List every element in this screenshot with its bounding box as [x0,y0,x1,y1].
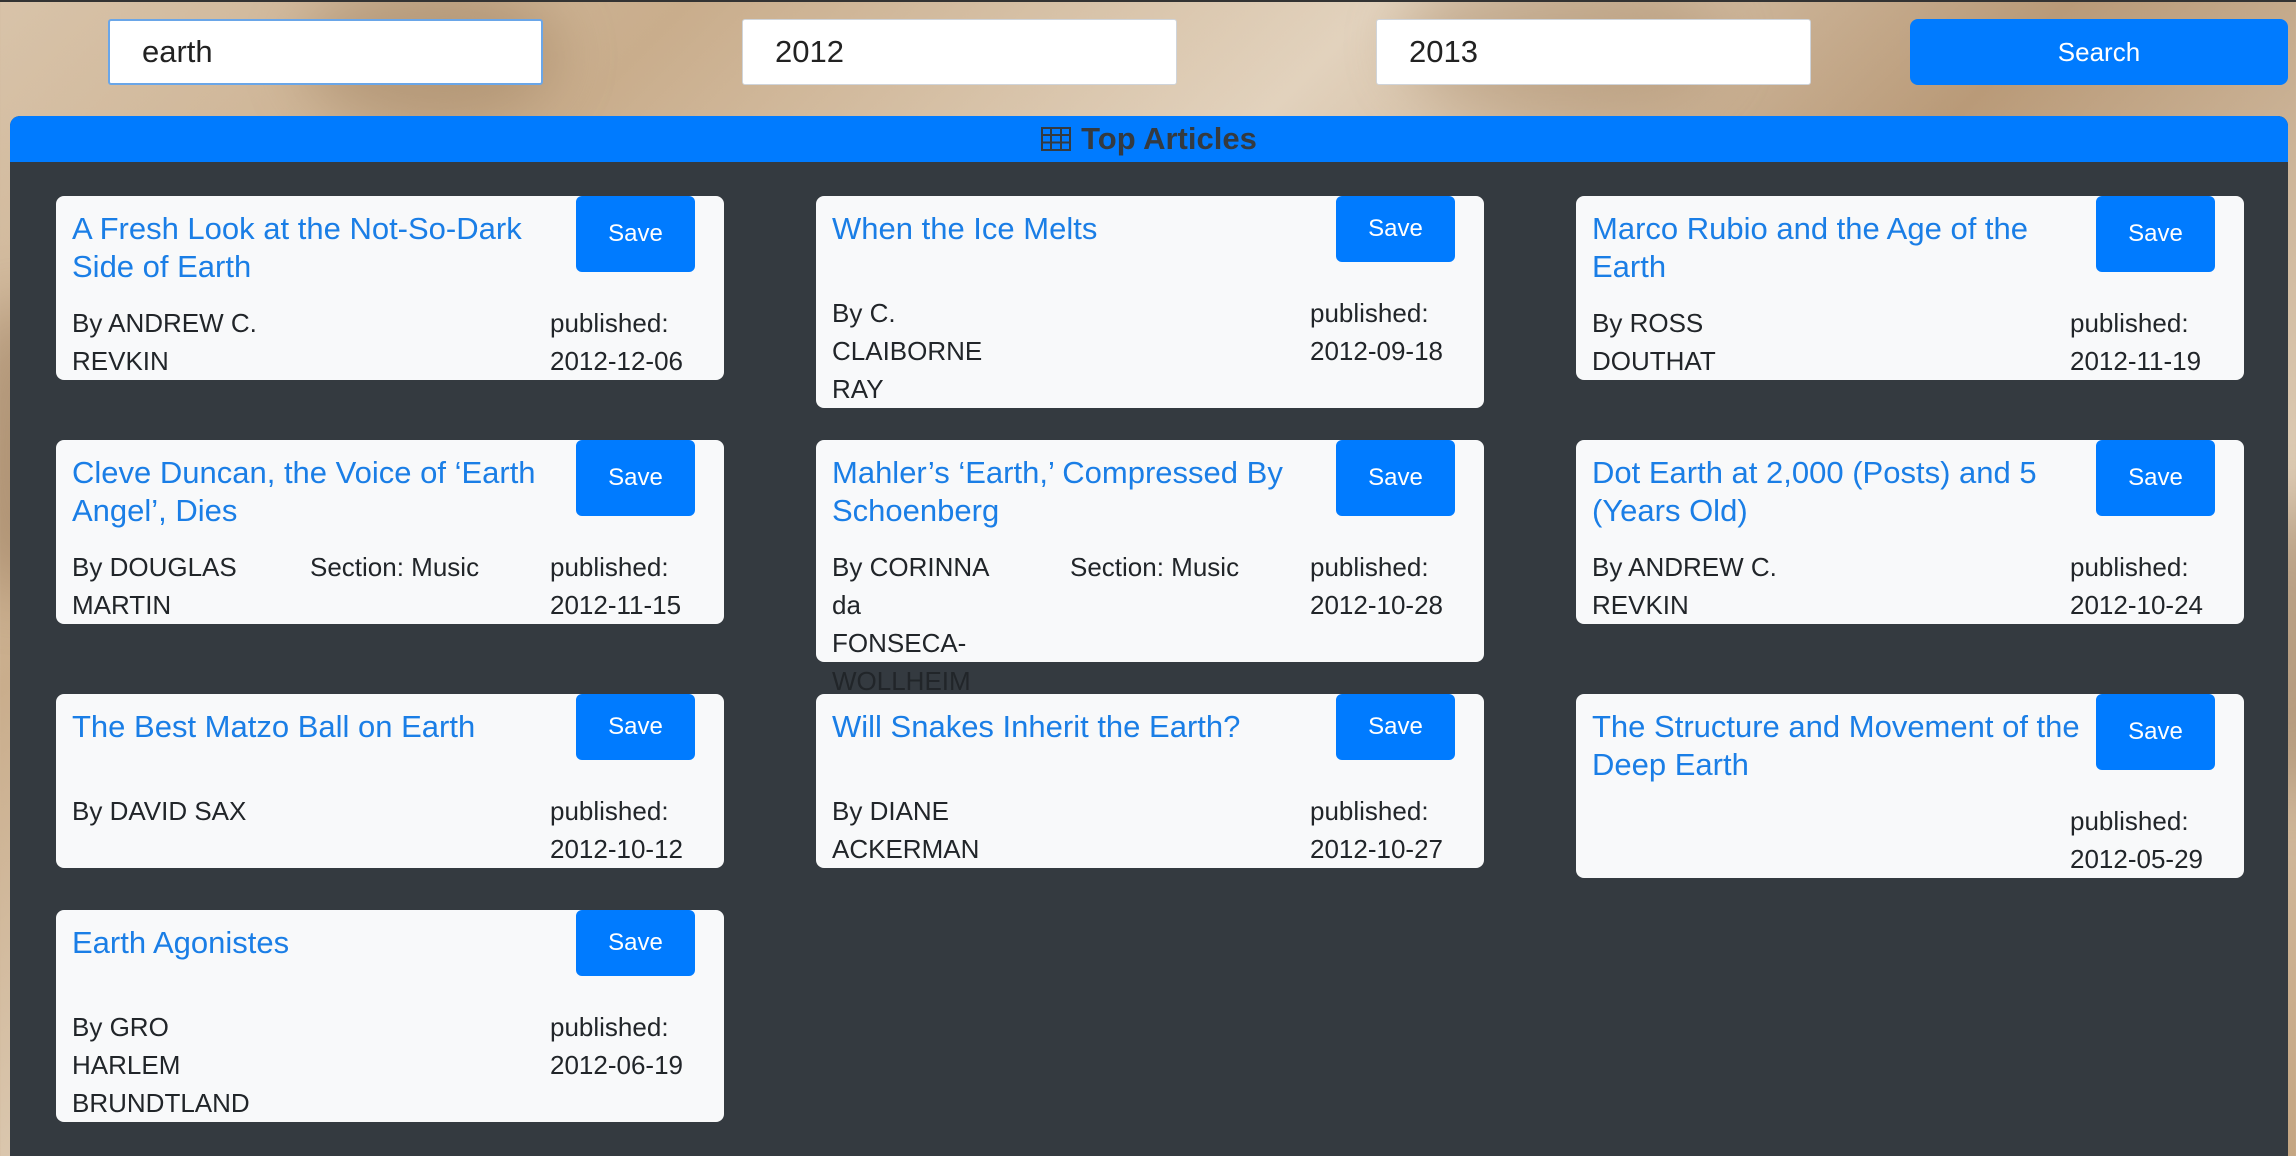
article-byline: By DIANE ACKERMAN [832,796,980,864]
published-date: 2012-09-18 [1310,336,1443,366]
article-section: Section: Music [310,552,480,582]
published-date: 2012-10-28 [1310,590,1443,620]
published-date: 2012-10-27 [1310,834,1443,864]
save-button[interactable]: Save [576,910,695,976]
article-title-link[interactable]: The Structure and Movement of the Deep E… [1592,708,2092,784]
top-articles-panel: Top Articles A Fresh Look at the Not-So-… [10,116,2288,1156]
save-button[interactable]: Save [1336,440,1455,516]
published-label: published: [1310,298,1429,328]
save-button[interactable]: Save [576,694,695,760]
published-date: 2012-10-12 [550,834,683,864]
article-title-link[interactable]: Mahler’s ‘Earth,’ Compressed By Schoenbe… [832,454,1332,530]
article-card: Mahler’s ‘Earth,’ Compressed By Schoenbe… [816,440,1484,696]
panel-header: Top Articles [10,116,2288,162]
article-card: The Structure and Movement of the Deep E… [1576,694,2244,878]
article-section: Section: Music [1070,552,1240,582]
published-date: 2012-11-15 [550,590,682,620]
article-byline: By GRO HARLEM BRUNDTLAND [72,1012,250,1118]
article-title-link[interactable]: Dot Earth at 2,000 (Posts) and 5 (Years … [1592,454,2092,530]
published-label: published: [550,552,669,582]
start-year-input[interactable] [742,19,1177,85]
save-button[interactable]: Save [1336,196,1455,262]
article-byline: By ROSS DOUTHAT [1592,308,1716,376]
save-button[interactable]: Save [2096,694,2215,770]
published-label: published: [2070,806,2189,836]
article-title-link[interactable]: Marco Rubio and the Age of the Earth [1592,210,2092,286]
article-card: When the Ice Melts Save By C. CLAIBORNE … [816,196,1484,408]
published-label: published: [1310,796,1429,826]
published-date: 2012-10-24 [2070,590,2203,620]
article-byline: By CORINNA da FONSECA-WOLLHEIM [832,552,989,696]
search-button[interactable]: Search [1910,19,2288,85]
published-label: published: [1310,552,1429,582]
article-card: Dot Earth at 2,000 (Posts) and 5 (Years … [1576,440,2244,624]
article-card: The Best Matzo Ball on Earth Save By DAV… [56,694,724,868]
end-year-input[interactable] [1376,19,1811,85]
search-bar: Search [0,0,2296,112]
published-date: 2012-06-19 [550,1050,683,1080]
article-card: Earth Agonistes Save By GRO HARLEM BRUND… [56,910,724,1122]
published-date: 2012-12-06 [550,346,683,376]
article-title-link[interactable]: Earth Agonistes [72,924,572,962]
article-title-link[interactable]: The Best Matzo Ball on Earth [72,708,572,746]
save-button[interactable]: Save [576,196,695,272]
panel-title: Top Articles [1081,121,1257,156]
published-label: published: [550,1012,669,1042]
article-title-link[interactable]: When the Ice Melts [832,210,1332,248]
article-card: A Fresh Look at the Not-So-Dark Side of … [56,196,724,380]
save-button[interactable]: Save [2096,440,2215,516]
table-icon [1041,127,1072,151]
search-term-input[interactable] [108,19,543,85]
article-card: Cleve Duncan, the Voice of ‘Earth Angel’… [56,440,724,624]
article-byline: By DAVID SAX [72,796,247,826]
published-label: published: [550,796,669,826]
published-label: published: [2070,308,2189,338]
save-button[interactable]: Save [1336,694,1455,760]
article-byline: By ANDREW C. REVKIN [1592,552,1777,620]
article-byline: By C. CLAIBORNE RAY [832,298,983,404]
published-date: 2012-05-29 [2070,844,2203,874]
article-byline: By DOUGLAS MARTIN [72,552,237,620]
save-button[interactable]: Save [2096,196,2215,272]
article-title-link[interactable]: Will Snakes Inherit the Earth? [832,708,1332,746]
article-title-link[interactable]: A Fresh Look at the Not-So-Dark Side of … [72,210,572,286]
published-date: 2012-11-19 [2070,346,2202,376]
article-card: Marco Rubio and the Age of the Earth Sav… [1576,196,2244,380]
published-label: published: [2070,552,2189,582]
save-button[interactable]: Save [576,440,695,516]
article-title-link[interactable]: Cleve Duncan, the Voice of ‘Earth Angel’… [72,454,572,530]
published-label: published: [550,308,669,338]
article-card: Will Snakes Inherit the Earth? Save By D… [816,694,1484,868]
article-byline: By ANDREW C. REVKIN [72,308,257,376]
